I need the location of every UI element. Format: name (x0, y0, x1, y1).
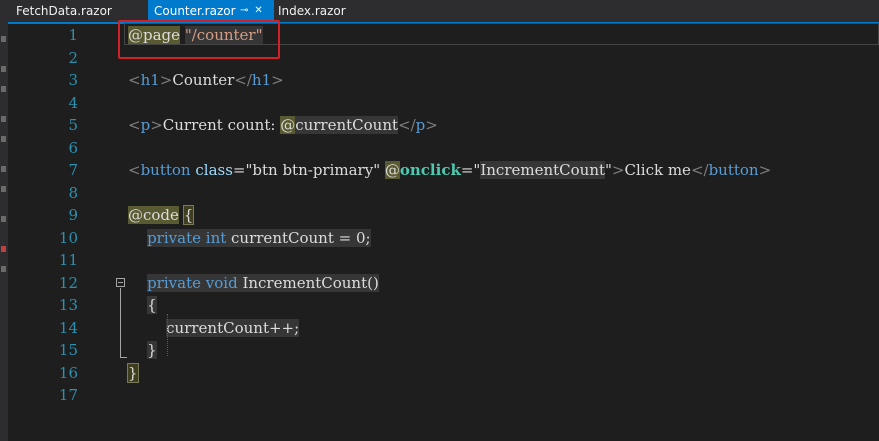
indent-guide (167, 314, 168, 356)
line-number: 1 (68, 26, 78, 44)
line-number: 5 (68, 116, 78, 134)
code-line-14: currentCount++; (166, 318, 300, 337)
code-line-12: private void IncrementCount() (147, 273, 379, 292)
code-line-16: } (127, 362, 139, 383)
line-number: 6 (68, 138, 78, 157)
line-number: 15 (58, 341, 78, 359)
tool-window-strip[interactable] (0, 22, 8, 441)
line-number: 8 (68, 183, 78, 202)
close-icon[interactable]: ✕ (254, 5, 262, 16)
code-line-3: <h1>Counter</h1> (128, 71, 284, 89)
fold-region-end (120, 357, 127, 358)
line-number: 16 (58, 363, 78, 382)
red-highlight-box (118, 20, 280, 59)
line-number: 17 (58, 386, 78, 404)
line-number: 14 (58, 318, 78, 337)
code-directive: @code (128, 206, 179, 224)
code-line-5: <p>Current count: @currentCount</p> (128, 116, 438, 134)
fold-collapse-icon[interactable] (116, 278, 125, 287)
fold-region-line (120, 288, 121, 358)
razor-at: @ (280, 116, 296, 134)
tab-counter[interactable]: Counter.razor ⊸ ✕ (148, 0, 274, 22)
line-number: 13 (58, 296, 78, 314)
line-number: 9 (68, 206, 78, 224)
tab-fetchdata[interactable]: FetchData.razor (8, 0, 148, 22)
pin-icon[interactable]: ⊸ (240, 5, 248, 16)
line-number: 3 (68, 71, 78, 89)
handler-name: IncrementCount (480, 161, 606, 179)
line-number: 12 (58, 273, 78, 292)
count-expression: currentCount (295, 116, 399, 134)
code-line-13: { (147, 296, 157, 314)
line-number: 4 (68, 93, 78, 112)
document-tab-bar: FetchData.razor Counter.razor ⊸ ✕ Index.r… (0, 0, 879, 22)
tab-counter-label: Counter.razor (154, 4, 236, 18)
h1-tag: h1 (140, 71, 160, 89)
code-line-10: private int currentCount = 0; (147, 228, 371, 247)
code-line-7: <button class="btn btn-primary" @onclick… (128, 161, 772, 179)
line-number: 10 (58, 228, 78, 247)
editor-gutter (8, 24, 34, 441)
line-number: 7 (68, 161, 78, 179)
line-number: 2 (68, 48, 78, 67)
tab-index[interactable]: Index.razor (276, 0, 386, 22)
code-line-15: } (147, 341, 157, 359)
onclick-attribute: onclick (399, 161, 461, 179)
line-number: 11 (58, 251, 78, 269)
code-editor[interactable]: 1 2 3 4 5 6 7 8 9 10 11 12 13 14 15 16 1… (34, 23, 879, 441)
code-line-9: @code { (128, 205, 195, 225)
heading-text: Counter (172, 71, 235, 89)
